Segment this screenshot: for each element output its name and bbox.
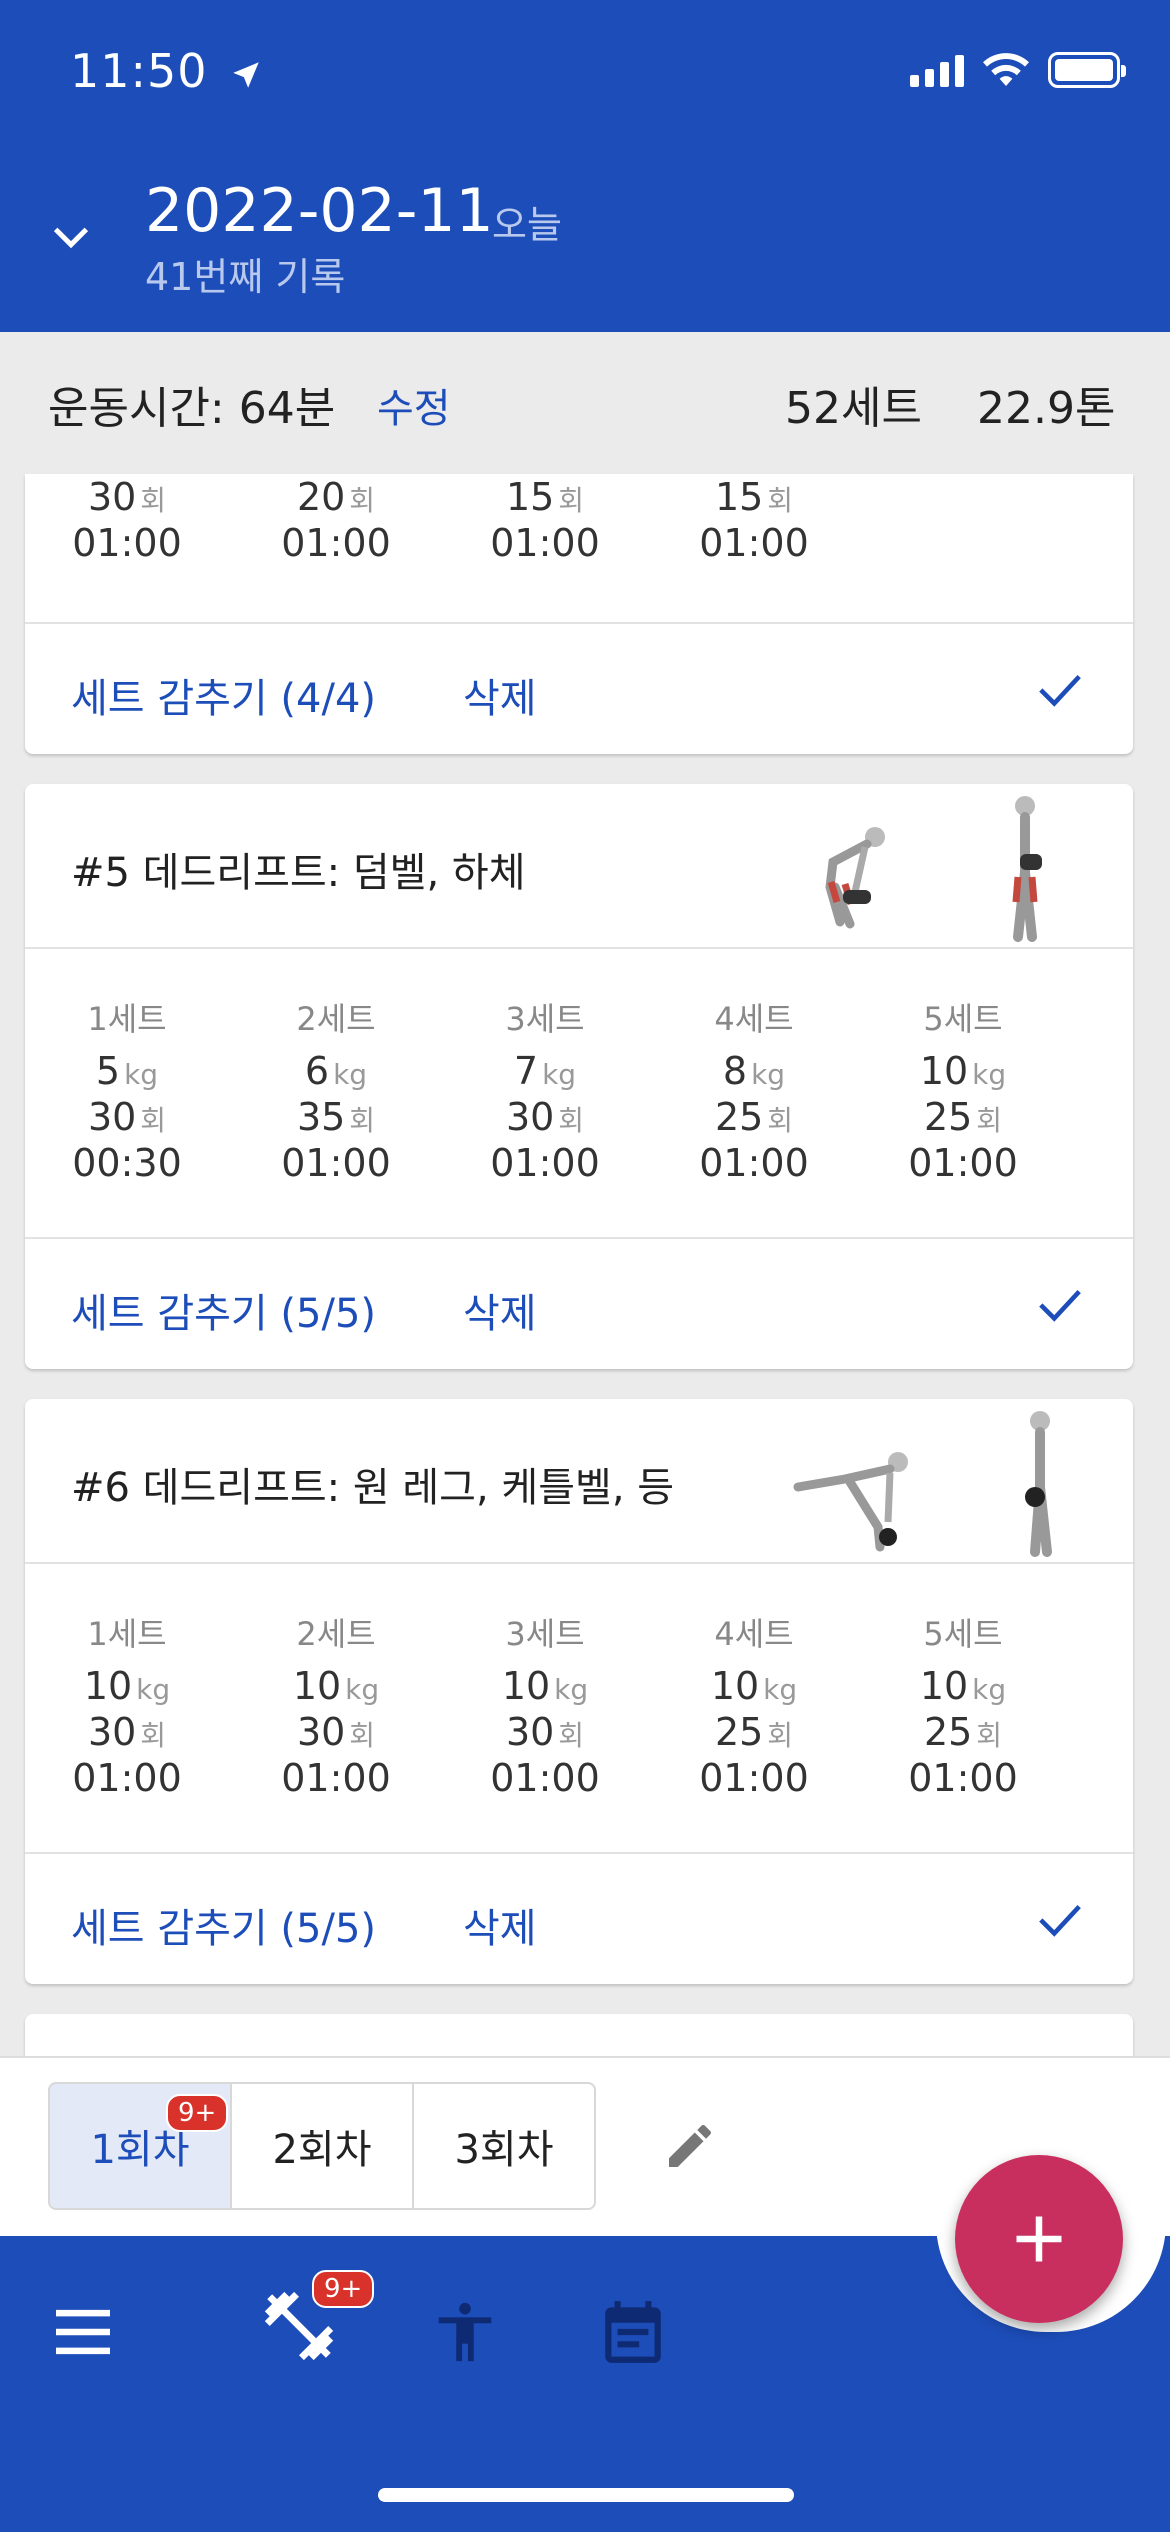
set-column[interactable]: 1세트 10 kg 30 회 01:00	[47, 1609, 207, 1801]
set-column[interactable]: 2세트 10 kg 30 회 01:00	[256, 1609, 416, 1801]
set-column[interactable]: 20 회 01:00	[256, 474, 416, 566]
app-header: 11:50 2022-02-11 오늘 41번째 기록	[0, 0, 1170, 332]
edit-time-button[interactable]: 수정	[377, 376, 451, 434]
card-footer: 세트 감추기 (5/5) 삭제	[25, 1239, 1133, 1369]
set-column[interactable]: 5세트 10 kg 25 회 01:00	[883, 994, 1043, 1186]
menu-icon[interactable]	[50, 2305, 116, 2359]
check-icon[interactable]	[1037, 1285, 1083, 1325]
location-arrow-icon	[233, 61, 259, 88]
calendar-icon[interactable]	[596, 2292, 670, 2372]
sets-grid: 1세트 10 kg 30 회 01:00 2세트 10 kg 30 회 01:00 3세…	[25, 1564, 1133, 1854]
status-time: 11:50	[70, 44, 263, 98]
card-footer: 세트 감추기 (5/5) 삭제	[25, 1854, 1133, 1984]
tab-routine-2[interactable]: 2회차	[230, 2082, 414, 2210]
page-title: 2022-02-11	[145, 176, 494, 246]
total-tons: 22.9톤	[977, 383, 1116, 434]
exercise-title: #5 데드리프트: 덤벨, 하체	[71, 850, 526, 896]
chevron-down-icon[interactable]	[48, 214, 94, 260]
hide-sets-button[interactable]: 세트 감추기 (5/5)	[71, 1896, 376, 1954]
add-button[interactable]	[955, 2155, 1123, 2323]
exercise-illustration-icon	[825, 827, 885, 929]
set-column[interactable]: 2세트 6 kg 35 회 01:00	[256, 994, 416, 1186]
check-icon[interactable]	[1037, 670, 1083, 710]
today-label: 오늘	[492, 203, 562, 247]
set-column[interactable]: 30 회 01:00	[47, 474, 207, 566]
exercise-illustration-icon	[1025, 1411, 1052, 1557]
set-column[interactable]: 4세트 8 kg 25 회 01:00	[674, 994, 834, 1186]
body-icon[interactable]	[430, 2290, 500, 2374]
nav-badge: 9+	[312, 2270, 375, 2308]
card-header[interactable]: #6 데드리프트: 원 레그, 케틀벨, 등	[25, 1399, 1133, 1564]
hide-sets-button[interactable]: 세트 감추기 (5/5)	[71, 1281, 376, 1339]
sets-grid: 30 회 01:00 20 회 01:00 15 회 01:00 15 회 01:00	[25, 474, 1133, 624]
tab-routine-3[interactable]: 3회차	[412, 2082, 596, 2210]
exercise-title: #6 데드리프트: 원 레그, 케틀벨, 등	[71, 1465, 675, 1511]
exercise-card: 30 회 01:00 20 회 01:00 15 회 01:00 15 회 01:00 …	[25, 474, 1133, 754]
exercise-card: #5 데드리프트: 덤벨, 하체 1세트 5 kg 30 회 00:30 2세트 6…	[25, 784, 1133, 1369]
exercise-illustration-icon	[1012, 796, 1042, 942]
delete-button[interactable]: 삭제	[463, 1896, 537, 1954]
card-footer: 세트 감추기 (4/4) 삭제	[25, 624, 1133, 754]
home-indicator[interactable]	[378, 2488, 794, 2502]
set-column[interactable]: 3세트 7 kg 30 회 01:00	[465, 994, 625, 1186]
battery-icon	[1048, 52, 1126, 88]
set-column[interactable]: 15 회 01:00	[465, 474, 625, 566]
exercise-illustration-icon	[793, 1452, 908, 1552]
plus-icon	[1016, 2216, 1062, 2262]
set-column[interactable]: 1세트 5 kg 30 회 00:30	[47, 994, 207, 1186]
delete-button[interactable]: 삭제	[463, 1281, 537, 1339]
record-count: 41번째 기록	[145, 255, 346, 299]
set-column[interactable]: 15 회 01:00	[674, 474, 834, 566]
pencil-icon[interactable]	[662, 2118, 718, 2174]
card-header[interactable]: #5 데드리프트: 덤벨, 하체	[25, 784, 1133, 949]
set-column[interactable]: 5세트 10 kg 25 회 01:00	[883, 1609, 1043, 1801]
set-column[interactable]: 3세트 10 kg 30 회 01:00	[465, 1609, 625, 1801]
total-sets: 52세트	[785, 383, 922, 434]
hide-sets-button[interactable]: 세트 감추기 (4/4)	[71, 666, 376, 724]
signal-icon	[910, 53, 964, 87]
set-column[interactable]: 4세트 10 kg 25 회 01:00	[674, 1609, 834, 1801]
routine-badge: 9+	[166, 2094, 229, 2132]
delete-button[interactable]: 삭제	[463, 666, 537, 724]
wifi-icon	[983, 53, 1029, 86]
check-icon[interactable]	[1037, 1900, 1083, 1940]
workout-time: 운동시간: 64분	[48, 383, 336, 434]
exercise-card: #6 데드리프트: 원 레그, 케틀벨, 등 1세트 10 kg 30 회 01:0…	[25, 1399, 1133, 1984]
status-icons	[910, 52, 1126, 88]
sets-grid: 1세트 5 kg 30 회 00:30 2세트 6 kg 35 회 01:00 3세트 …	[25, 949, 1133, 1239]
